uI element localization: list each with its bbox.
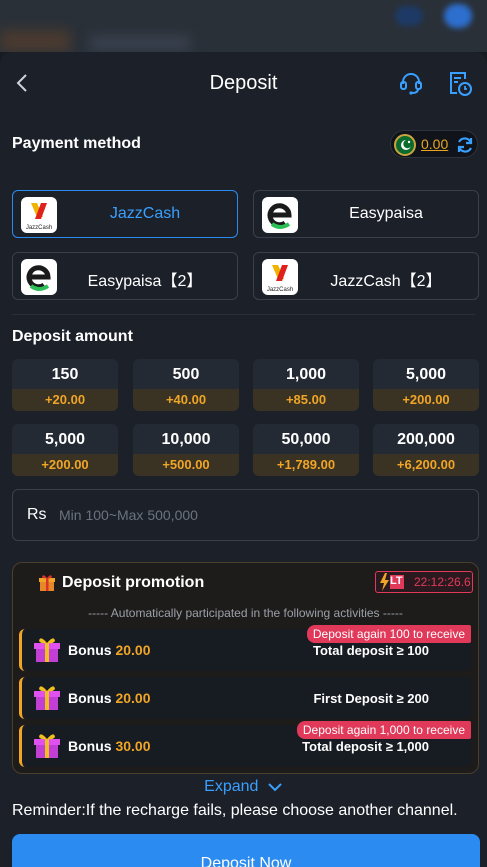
- promotion-title: Deposit promotion: [62, 574, 205, 591]
- amount-bonus: +20.00: [12, 389, 118, 411]
- amount-value: 200,000: [397, 431, 455, 448]
- promotion-activity[interactable]: Bonus 30.00 Total deposit ≥ 1,000 Deposi…: [19, 721, 471, 767]
- activity-condition: Total deposit ≥ 1,000: [302, 739, 429, 754]
- jazzcash-logo-icon: JazzCash: [21, 197, 57, 233]
- svg-text:JazzCash: JazzCash: [267, 287, 293, 293]
- activity-condition: Total deposit ≥ 100: [313, 643, 429, 658]
- activity-condition: First Deposit ≥ 200: [313, 691, 429, 706]
- gift-box-icon: [34, 734, 60, 758]
- divider: [12, 314, 475, 315]
- amount-bonus: +1,789.00: [253, 454, 359, 476]
- activity-bonus: Bonus 30.00: [68, 738, 151, 754]
- activity-tag: Deposit again 100 to receive: [306, 625, 471, 643]
- method-name: Easypaisa【2】: [87, 273, 203, 290]
- refresh-icon[interactable]: [455, 135, 475, 155]
- amount-option[interactable]: 5,000 +200.00: [12, 424, 118, 476]
- activity-bonus: Bonus 20.00: [68, 642, 151, 658]
- amount-bonus: +85.00: [253, 389, 359, 411]
- amount-bonus: +6,200.00: [373, 454, 479, 476]
- amount-option[interactable]: 1,000 +85.00: [253, 359, 359, 411]
- method-easypaisa[interactable]: Easypaisa: [253, 190, 479, 238]
- limited-time-label: LT: [390, 575, 403, 587]
- promotion-activity[interactable]: Bonus 20.00 Total deposit ≥ 100 Deposit …: [19, 625, 471, 671]
- amount-value: 1,000: [285, 366, 327, 383]
- deposit-now-button[interactable]: Deposit Now: [12, 834, 480, 867]
- promotion-activity[interactable]: Bonus 20.00 First Deposit ≥ 200: [19, 677, 471, 719]
- gift-box-icon: [34, 686, 60, 710]
- method-easypaisa-2[interactable]: Easypaisa【2】: [12, 252, 238, 300]
- method-jazzcash-2[interactable]: JazzCash JazzCash【2】: [253, 252, 479, 300]
- method-name: JazzCash: [109, 205, 181, 222]
- activity-tag: Deposit again 1,000 to receive: [296, 721, 471, 739]
- amount-value: 500: [172, 366, 200, 383]
- amount-option[interactable]: 500 +40.00: [133, 359, 239, 411]
- gift-icon: [39, 575, 55, 591]
- amount-value: 5,000: [44, 431, 86, 448]
- gift-box-icon: [34, 638, 60, 662]
- deposit-promotion-panel: Deposit promotion LT 22:12:26.6 ----- Au…: [12, 562, 479, 774]
- jazzcash-logo-icon: JazzCash: [262, 259, 298, 295]
- amount-bonus: +200.00: [373, 389, 479, 411]
- amount-bonus: +200.00: [12, 454, 118, 476]
- amount-input[interactable]: [59, 504, 459, 526]
- payment-method-label: Payment method: [12, 135, 141, 152]
- balance-value[interactable]: 0.00: [421, 136, 448, 152]
- chevron-down-icon: [268, 783, 282, 792]
- svg-text:JazzCash: JazzCash: [26, 225, 52, 231]
- amount-value: 10,000: [161, 431, 211, 448]
- easypaisa-logo-icon: [21, 259, 57, 295]
- amount-value: 150: [51, 366, 79, 383]
- reminder-text: Reminder:If the recharge fails, please c…: [12, 802, 458, 819]
- amount-option[interactable]: 5,000 +200.00: [373, 359, 479, 411]
- amount-input-box[interactable]: Rs: [12, 489, 479, 541]
- amount-option[interactable]: 10,000 +500.00: [133, 424, 239, 476]
- customer-support-icon[interactable]: [398, 70, 424, 96]
- amount-bonus: +40.00: [133, 389, 239, 411]
- deposit-record-icon[interactable]: [447, 69, 473, 97]
- currency-label: Rs: [27, 506, 47, 523]
- amount-value: 50,000: [281, 431, 331, 448]
- expand-label: Expand: [204, 778, 259, 795]
- easypaisa-logo-icon: [262, 197, 298, 233]
- balance-widget: 0.00: [390, 130, 478, 158]
- amount-option[interactable]: 50,000 +1,789.00: [253, 424, 359, 476]
- activity-bonus: Bonus 20.00: [68, 690, 151, 706]
- method-jazzcash[interactable]: JazzCash JazzCash: [12, 190, 238, 238]
- countdown-timer: 22:12:26.6: [414, 575, 471, 589]
- amount-bonus: +500.00: [133, 454, 239, 476]
- header: Deposit: [0, 52, 487, 116]
- pakistan-flag-icon: [394, 134, 416, 156]
- amount-value: 5,000: [405, 366, 447, 383]
- method-name: Easypaisa: [349, 205, 423, 222]
- promotion-subtitle: ----- Automatically participated in the …: [88, 606, 403, 620]
- expand-link[interactable]: Expand: [0, 778, 487, 796]
- limited-time-badge: LT 22:12:26.6: [375, 571, 473, 593]
- background-page: [0, 0, 487, 52]
- amount-option[interactable]: 150 +20.00: [12, 359, 118, 411]
- amount-option[interactable]: 200,000 +6,200.00: [373, 424, 479, 476]
- method-name: JazzCash【2】: [330, 273, 442, 290]
- deposit-amount-label: Deposit amount: [12, 328, 133, 345]
